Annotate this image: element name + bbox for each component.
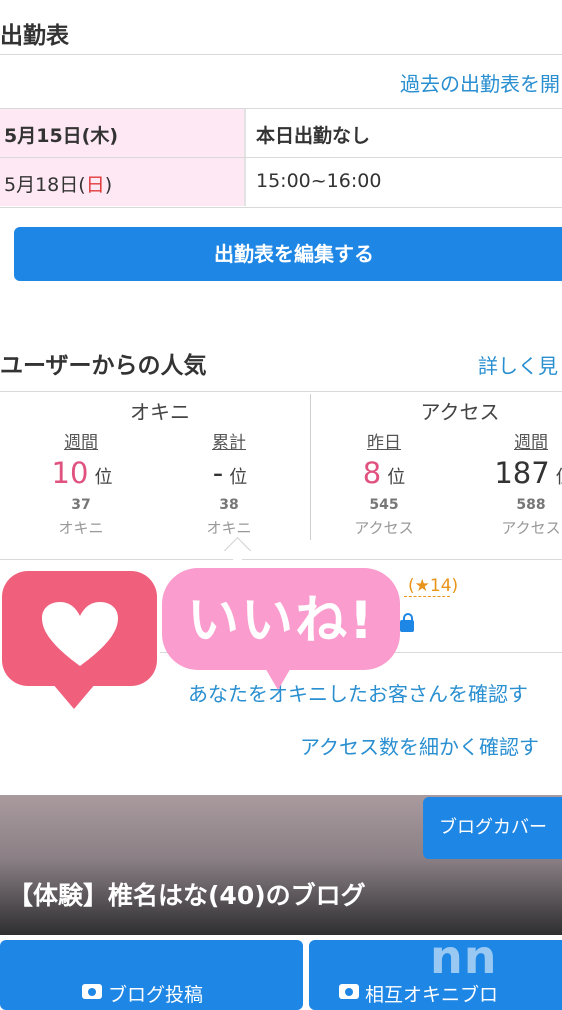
tab-okini-total[interactable]: 累計 (179, 428, 279, 453)
heart-icon (42, 602, 118, 666)
okini-weekly-count-label: オキニ (58, 519, 104, 537)
schedule-date-cell: 5月15日(木) (0, 109, 246, 157)
schedule-title: 出勤表 (0, 23, 69, 49)
divider (0, 559, 562, 560)
schedule-value: 本日出勤なし (256, 125, 371, 147)
tab-access-weekly[interactable]: 週間 (481, 428, 562, 453)
schedule-date: 5月15日(木) (4, 125, 119, 147)
past-schedule-link[interactable]: 過去の出勤表を開 (400, 68, 560, 97)
okini-customers-link[interactable]: あなたをオキニしたお客さんを確認す (188, 678, 528, 707)
iine-sticker-tail (264, 666, 292, 690)
popularity-more-link[interactable]: 詳しく見 (478, 350, 558, 379)
okini-weekly-rank: 10 位 (51, 456, 113, 490)
divider (0, 391, 562, 392)
lock-shackle (403, 613, 413, 623)
camera-icon (339, 984, 359, 999)
watermark-logo: nn (430, 930, 498, 984)
blog-post-label: ブログ投稿 (108, 984, 204, 1006)
okini-total-rank: -位 (212, 456, 248, 490)
iine-sticker-text: いいね! (187, 591, 375, 651)
schedule-value: 15:00~16:00 (256, 170, 382, 192)
schedule-value-cell: 本日出勤なし (248, 109, 562, 157)
access-yesterday-count: 545 (369, 497, 399, 513)
access-yesterday-count-label: アクセス (354, 519, 414, 537)
schedule-date: 5月18日(日) (4, 174, 113, 196)
mutual-okini-blog-label: 相互オキニブロ (365, 984, 499, 1006)
star-underline (404, 596, 450, 598)
tab-access-yesterday[interactable]: 昨日 (334, 428, 434, 453)
okini-total-count: 38 (219, 497, 239, 513)
okini-group-label: オキニ (130, 400, 190, 424)
schedule-row: 5月15日(木) 本日出勤なし (0, 109, 562, 157)
access-detail-link[interactable]: アクセス数を細かく確認す (300, 731, 539, 760)
access-weekly-count-label: アクセス (501, 519, 561, 537)
access-group-label: アクセス (420, 400, 500, 424)
blog-cover-button[interactable]: ブログカバー (423, 797, 562, 859)
access-weekly-rank: 187位 (494, 456, 562, 490)
column-divider (310, 394, 311, 540)
edit-schedule-button[interactable]: 出勤表を編集する (14, 227, 562, 281)
access-weekly-count: 588 (516, 497, 546, 513)
divider (0, 54, 562, 55)
okini-total-count-label: オキニ (206, 519, 252, 537)
heart-sticker-tail (52, 683, 96, 709)
camera-icon (82, 984, 102, 999)
schedule-value-cell: 15:00~16:00 (248, 158, 562, 206)
schedule-row: 5月18日(日) 15:00~16:00 (0, 158, 562, 206)
access-yesterday-rank: 8位 (362, 456, 406, 490)
tab-okini-weekly[interactable]: 週間 (31, 428, 131, 453)
popularity-title: ユーザーからの人気 (0, 353, 207, 379)
okini-weekly-count: 37 (71, 497, 91, 513)
blog-title: 【体験】椎名はな(40)のブログ (8, 881, 366, 910)
schedule-date-cell: 5月18日(日) (0, 158, 246, 206)
divider (0, 207, 562, 208)
star-count: (★14) (408, 576, 459, 596)
